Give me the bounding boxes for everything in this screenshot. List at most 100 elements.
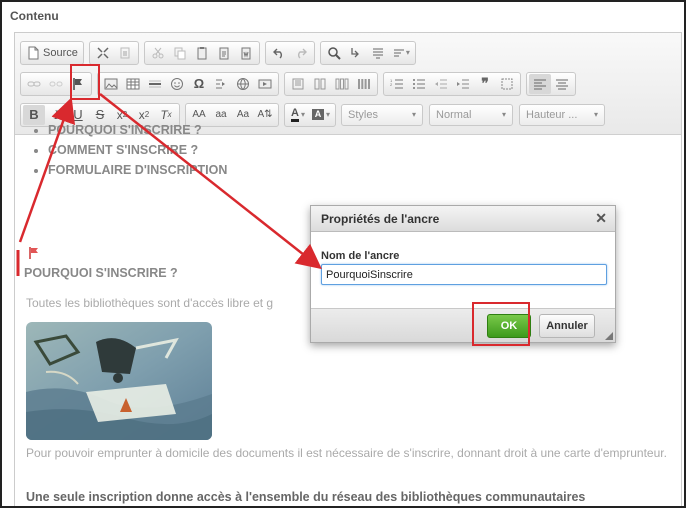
align-left-icon <box>534 79 546 89</box>
dialog-title: Propriétés de l'ancre <box>321 211 440 226</box>
horizontal-rule-icon <box>149 80 161 87</box>
anchor-name-input[interactable] <box>321 264 607 285</box>
three-column-icon <box>335 78 349 89</box>
dropdown-arrow-icon: ▾ <box>405 48 410 57</box>
copy-icon <box>174 47 186 59</box>
text-color-button[interactable]: A ▾ <box>287 105 309 125</box>
capitalize-button[interactable]: Aa <box>232 105 254 125</box>
font-size-select[interactable]: Hauteur ... ▾ <box>519 103 606 126</box>
horizontal-rule-button[interactable] <box>144 74 166 94</box>
div-container-button[interactable] <box>496 74 518 94</box>
undo-group <box>264 40 315 65</box>
show-blocks-button[interactable] <box>114 43 136 63</box>
resize-grip-icon[interactable] <box>605 332 613 340</box>
styles-select[interactable]: Styles ▾ <box>341 103 424 126</box>
format-select[interactable]: Normal ▾ <box>429 103 514 126</box>
paragraph-access: Toutes les bibliothèques sont d'accès li… <box>26 296 274 310</box>
svg-text:2: 2 <box>390 82 393 87</box>
redo-icon <box>297 48 307 59</box>
find-group: ▾ <box>319 40 416 65</box>
bulleted-list-button[interactable] <box>408 74 430 94</box>
globe-icon <box>237 77 249 90</box>
cut-button[interactable] <box>147 43 169 63</box>
align-center-button[interactable] <box>551 74 573 94</box>
source-group: Source <box>20 40 84 65</box>
outdent-button[interactable] <box>430 74 452 94</box>
dialog-titlebar[interactable]: Propriétés de l'ancre ✕ <box>311 206 615 232</box>
copy-button[interactable] <box>169 43 191 63</box>
chevron-down-icon: ▾ <box>412 110 417 119</box>
link-button[interactable] <box>23 74 45 94</box>
anchor-flag-icon[interactable] <box>28 247 40 259</box>
table-icon <box>126 78 140 89</box>
numbered-list-button[interactable]: 12 <box>386 74 408 94</box>
paste-text-button[interactable] <box>213 43 235 63</box>
document-icon <box>28 46 39 59</box>
indent-icon <box>457 79 469 88</box>
four-column-icon <box>358 78 370 89</box>
toggle-case-button[interactable]: A⇅ <box>254 105 276 125</box>
select-all-icon <box>372 48 383 58</box>
toc-item[interactable]: COMMENT S'INSCRIRE ? <box>48 140 227 160</box>
image-icon <box>104 78 118 89</box>
toc-item[interactable]: POURQUOI S'INSCRIRE ? <box>48 120 227 140</box>
unlink-button[interactable] <box>45 74 67 94</box>
align-center-icon <box>556 79 568 89</box>
col-1-button[interactable] <box>287 74 309 94</box>
table-of-contents: POURQUOI S'INSCRIRE ? COMMENT S'INSCRIRE… <box>32 120 227 180</box>
smiley-icon <box>171 77 183 90</box>
maximize-button[interactable] <box>92 43 114 63</box>
close-icon[interactable]: ✕ <box>595 210 607 227</box>
insert-group: Ω <box>97 71 279 96</box>
media-icon <box>258 79 272 88</box>
search-icon <box>328 46 341 60</box>
source-button[interactable]: Source <box>23 43 81 63</box>
anchor-name-label: Nom de l'ancre <box>321 250 400 262</box>
smiley-button[interactable] <box>166 74 188 94</box>
dialog-body: Nom de l'ancre <box>311 232 615 308</box>
indent-button[interactable] <box>452 74 474 94</box>
select-all-button[interactable] <box>367 43 389 63</box>
page-break-icon <box>216 79 225 88</box>
page-break-button[interactable] <box>210 74 232 94</box>
anchor-properties-dialog: Propriétés de l'ancre ✕ Nom de l'ancre O… <box>310 205 616 343</box>
paste-text-icon <box>219 47 229 59</box>
spellcheck-icon <box>393 49 404 56</box>
col-3-button[interactable] <box>331 74 353 94</box>
dropdown-arrow-icon: ▾ <box>326 110 331 119</box>
screenshot-frame: Contenu Source ▾ Ω 1 2 ❞ B I U S x 2 x 2… <box>0 0 686 508</box>
paste-button[interactable] <box>191 43 213 63</box>
colors-group: A ▾ A ▾ <box>284 102 337 127</box>
undo-button[interactable] <box>268 43 290 63</box>
blockquote-button[interactable]: ❞ <box>474 74 496 94</box>
replace-button[interactable] <box>345 43 367 63</box>
column-layout-icon <box>292 78 304 89</box>
library-illustration <box>26 322 212 440</box>
image-button[interactable] <box>100 74 122 94</box>
toolbar-row-1: Source ▾ <box>20 37 676 68</box>
cancel-button[interactable]: Annuler <box>539 313 595 338</box>
numbered-list-icon: 12 <box>390 78 403 88</box>
paste-word-button[interactable] <box>235 43 257 63</box>
find-button[interactable] <box>323 43 345 63</box>
align-left-button[interactable] <box>529 73 551 94</box>
col-2-button[interactable] <box>309 74 331 94</box>
paragraph-group: 12 ❞ <box>383 71 521 96</box>
bullet-list-icon <box>413 78 425 89</box>
columns-group <box>284 71 378 96</box>
spellcheck-button[interactable]: ▾ <box>389 43 413 63</box>
col-4-button[interactable] <box>353 74 375 94</box>
scissors-icon <box>152 47 164 58</box>
toc-item[interactable]: FORMULAIRE D'INSCRIPTION <box>48 160 227 180</box>
background-color-button[interactable]: A ▾ <box>309 105 333 125</box>
special-char-button[interactable]: Ω <box>188 74 210 94</box>
paste-word-icon <box>241 47 251 59</box>
redo-button[interactable] <box>290 43 312 63</box>
media-button[interactable] <box>254 74 276 94</box>
styles-select-label: Styles <box>348 108 378 121</box>
highlight-ok-button <box>472 302 530 346</box>
table-button[interactable] <box>122 74 144 94</box>
text-color-icon: A <box>291 107 299 122</box>
iframe-button[interactable] <box>232 74 254 94</box>
view-group <box>88 40 139 65</box>
